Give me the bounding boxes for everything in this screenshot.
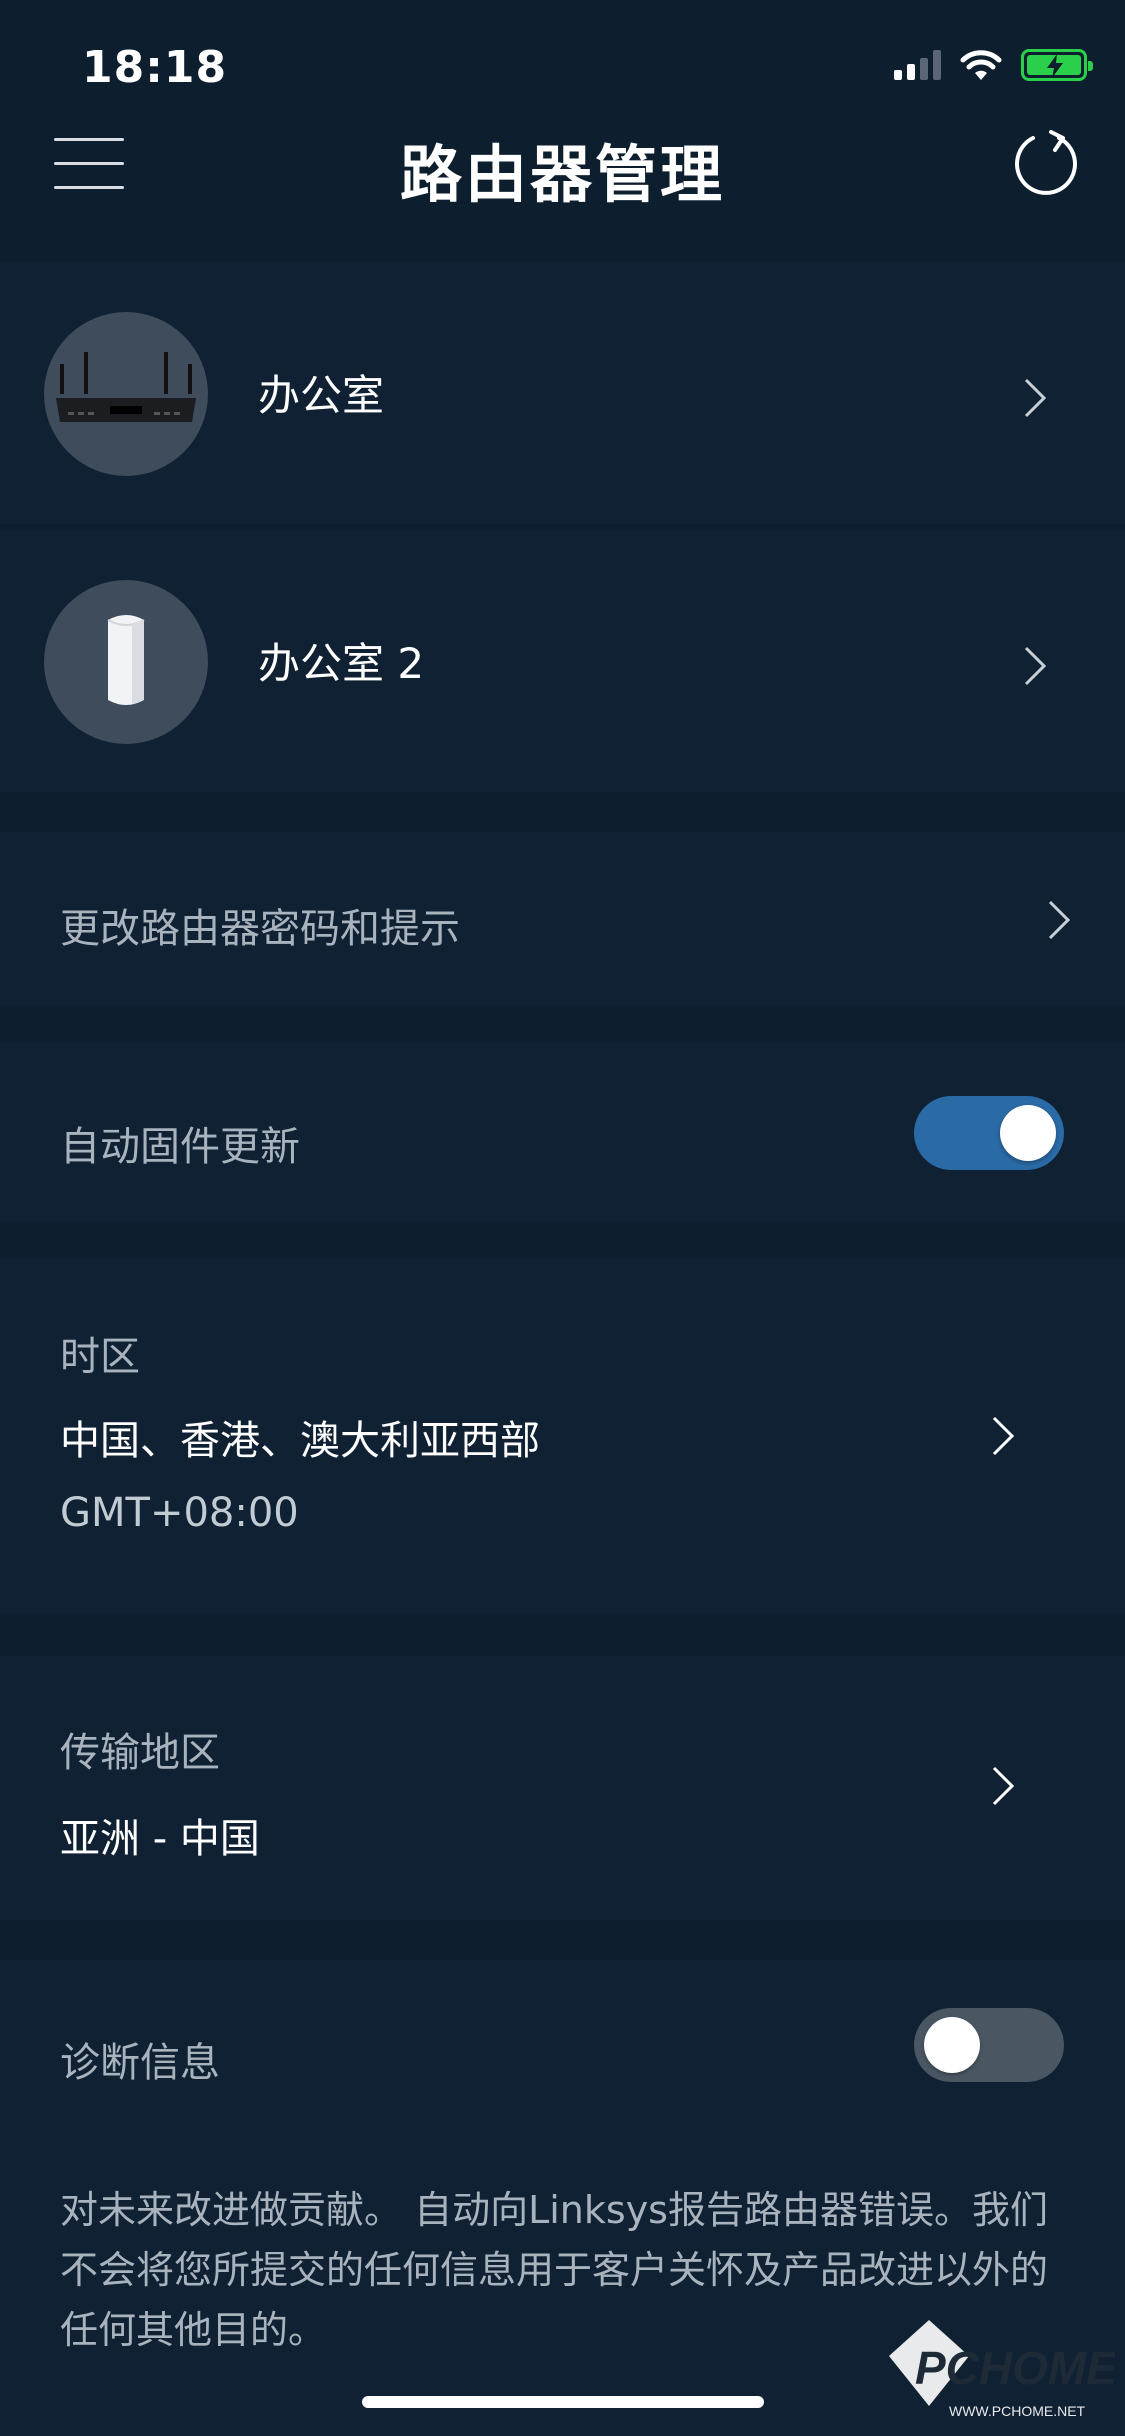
- status-time: 18:18: [82, 42, 228, 93]
- svg-text:WWW.PCHOME.NET: WWW.PCHOME.NET: [949, 2403, 1086, 2419]
- diagnostics-toggle[interactable]: [914, 2008, 1064, 2082]
- battery-icon: [1021, 49, 1093, 81]
- chevron-right-icon: [992, 1766, 1015, 1806]
- cellular-signal-icon: [894, 50, 941, 80]
- refresh-icon[interactable]: [1011, 128, 1081, 198]
- router-item[interactable]: 办公室: [0, 262, 1125, 524]
- timezone-row[interactable]: 时区 中国、香港、澳大利亚西部 GMT+08:00: [0, 1258, 1125, 1614]
- auto-update-row: 自动固件更新: [0, 1042, 1125, 1222]
- nav-bar: 路由器管理: [0, 110, 1125, 260]
- region-row[interactable]: 传输地区 亚洲 - 中国: [0, 1656, 1125, 1920]
- change-password-label: 更改路由器密码和提示: [60, 906, 460, 952]
- auto-update-toggle[interactable]: [914, 1096, 1064, 1170]
- router-name: 办公室: [258, 371, 385, 420]
- change-password-row[interactable]: 更改路由器密码和提示: [0, 832, 1125, 1006]
- router-avatar: [44, 580, 208, 744]
- router-item[interactable]: 办公室 2: [0, 530, 1125, 792]
- page-title: 路由器管理: [399, 138, 725, 211]
- region-value: 亚洲 - 中国: [60, 1816, 260, 1862]
- diagnostics-label: 诊断信息: [60, 2040, 220, 2086]
- region-label: 传输地区: [60, 1730, 220, 1776]
- timezone-offset: GMT+08:00: [60, 1490, 299, 1536]
- chevron-right-icon: [1048, 900, 1071, 940]
- auto-update-label: 自动固件更新: [60, 1124, 300, 1170]
- chevron-right-icon: [1024, 378, 1047, 418]
- svg-text:PCHOME: PCHOME: [915, 2342, 1115, 2394]
- home-indicator[interactable]: [362, 2396, 764, 2408]
- chevron-right-icon: [992, 1416, 1015, 1456]
- timezone-value: 中国、香港、澳大利亚西部: [60, 1418, 540, 1464]
- timezone-label: 时区: [60, 1334, 140, 1380]
- pchome-watermark-logo: PCHOME WWW.PCHOME.NET: [889, 2320, 1115, 2419]
- router-name: 办公室 2: [258, 639, 425, 688]
- wifi-icon: [960, 50, 1002, 80]
- router-avatar: [44, 312, 208, 476]
- router-device-icon: [107, 615, 145, 705]
- router-device-icon: [56, 352, 196, 422]
- chevron-right-icon: [1024, 646, 1047, 686]
- status-icons: [894, 48, 1093, 82]
